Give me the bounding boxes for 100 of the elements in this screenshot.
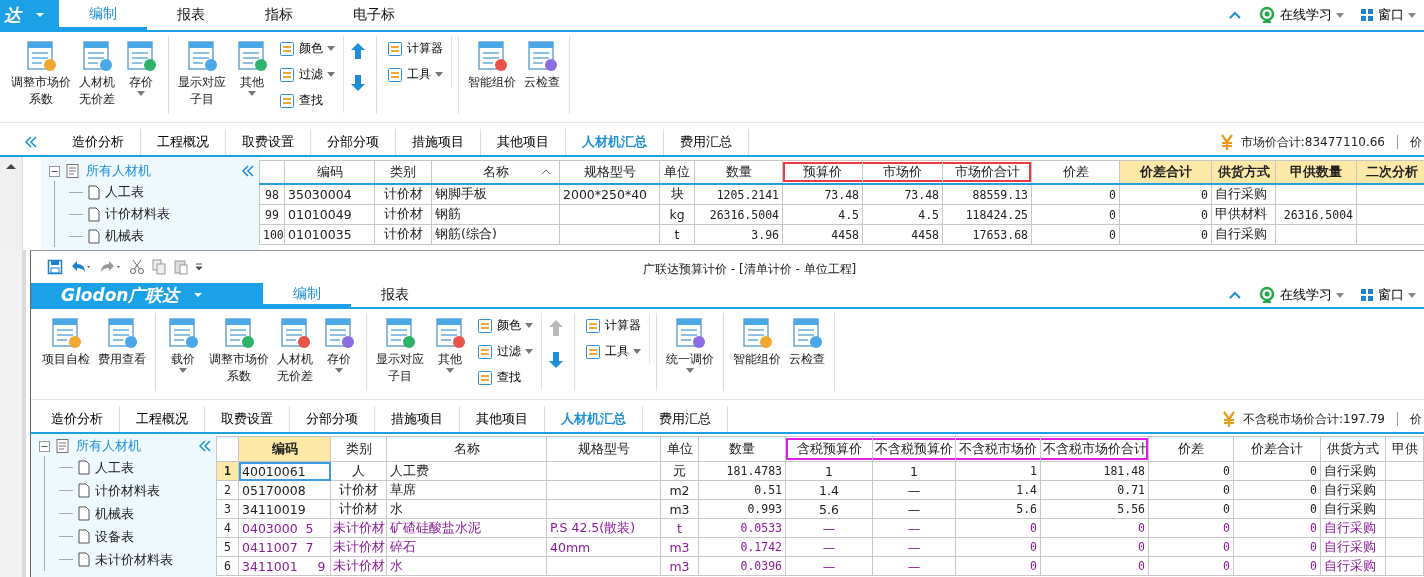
column-header[interactable]: 编码 — [238, 436, 331, 462]
collapse-panel-icon[interactable] — [241, 164, 255, 178]
collapse-panel-icon[interactable] — [24, 135, 38, 149]
ribbon-button[interactable]: 计算器 — [385, 36, 445, 61]
column-header[interactable]: 规格型号 — [546, 436, 661, 462]
menu-link[interactable]: 窗口 — [1352, 283, 1424, 307]
customize-caret-icon[interactable] — [195, 262, 203, 272]
ribbon-button[interactable]: 计算器 — [583, 313, 643, 338]
column-header[interactable]: 市场价 — [862, 160, 943, 184]
column-header[interactable]: 数量 — [694, 160, 783, 184]
tree-item[interactable]: 人工表 — [105, 183, 144, 201]
column-header[interactable]: 价差合计 — [1233, 436, 1321, 462]
ribbon-button[interactable]: 显示对应 子目 — [175, 36, 229, 110]
tree-item[interactable]: 设备表 — [95, 527, 134, 546]
ribbon-button[interactable]: 人材机 无价差 — [274, 313, 316, 387]
menu-link[interactable]: 在线学习 — [1250, 283, 1352, 307]
save-icon[interactable] — [47, 259, 63, 275]
menu-tab[interactable]: 编制 — [263, 283, 351, 307]
ribbon-button[interactable]: 人材机 无价差 — [76, 36, 118, 110]
tree-item[interactable]: 人工表 — [95, 458, 134, 477]
column-header[interactable]: 规格型号 — [559, 160, 660, 184]
ribbon-button[interactable]: 项目自检 — [39, 313, 93, 370]
ribbon-button[interactable]: 颜色 — [475, 313, 535, 338]
ribbon-button[interactable]: 查找 — [475, 365, 535, 390]
ribbon-button[interactable]: 智能组价 — [465, 36, 519, 93]
ribbon-button[interactable]: 费用查看 — [95, 313, 149, 370]
row-number[interactable]: 98 — [259, 184, 285, 205]
collapse-node-icon[interactable] — [49, 165, 60, 177]
ribbon-button[interactable]: 工具 — [583, 339, 643, 364]
column-header[interactable]: 不含税市场价合计 — [1040, 436, 1149, 462]
ribbon-button[interactable]: 云检查 — [521, 36, 563, 93]
ribbon-button[interactable]: 统一调价 — [663, 313, 717, 375]
column-header[interactable]: 不含税预算价 — [872, 436, 956, 462]
row-number[interactable]: 100 — [259, 224, 285, 245]
tree-item[interactable]: 计价材料表 — [95, 481, 160, 500]
column-header[interactable]: 数量 — [698, 436, 786, 462]
column-header[interactable]: 价差 — [1031, 160, 1120, 184]
table-cell: 0 — [1148, 461, 1234, 481]
row-number[interactable]: 3 — [216, 499, 239, 519]
ribbon-button[interactable]: 查找 — [277, 88, 337, 113]
menu-tab[interactable]: 报表 — [147, 0, 235, 30]
ribbon-button[interactable]: 其他 — [429, 313, 471, 375]
row-number[interactable]: 6 — [216, 556, 239, 576]
menu-tab[interactable]: 编制 — [59, 0, 147, 30]
collapse-node-icon[interactable] — [39, 440, 50, 452]
tree-item[interactable]: 机械表 — [95, 504, 134, 523]
column-header[interactable]: 名称 — [386, 436, 547, 462]
menu-tab[interactable]: 指标 — [235, 0, 323, 30]
column-header[interactable]: 编码 — [284, 160, 375, 184]
column-header[interactable]: 名称 — [431, 160, 560, 184]
ribbon-button[interactable]: 工具 — [385, 62, 445, 87]
tree-item[interactable]: 机械表 — [105, 227, 144, 245]
column-header[interactable]: 二次分析 — [1356, 160, 1424, 184]
menu-tab[interactable]: 报表 — [351, 283, 439, 307]
ribbon-button[interactable]: 颜色 — [277, 36, 337, 61]
column-header[interactable]: 类别 — [374, 160, 432, 184]
column-header[interactable]: 单位 — [659, 160, 695, 184]
ribbon-button[interactable]: 载价 — [162, 313, 204, 375]
cut-icon[interactable] — [129, 259, 145, 275]
row-number[interactable]: 99 — [259, 204, 285, 225]
menu-link[interactable]: 窗口 — [1352, 0, 1424, 30]
ribbon-button[interactable]: 调整市场价 系数 — [8, 36, 74, 110]
row-number[interactable]: 4 — [216, 518, 239, 538]
menu-link[interactable]: 在线学习 — [1250, 0, 1352, 30]
collapse-ribbon-icon[interactable] — [1228, 290, 1242, 300]
column-header[interactable]: 价差合计 — [1119, 160, 1212, 184]
column-header[interactable]: 价差 — [1148, 436, 1234, 462]
column-header[interactable]: 不含税市场价 — [955, 436, 1041, 462]
ribbon-button[interactable]: 存价 — [120, 36, 162, 98]
collapse-panel-icon[interactable] — [198, 439, 212, 453]
collapse-ribbon-icon[interactable] — [1228, 10, 1242, 20]
copy-icon[interactable] — [151, 259, 167, 275]
tree-item[interactable]: 未计价材料表 — [95, 550, 173, 569]
row-number[interactable]: 5 — [216, 537, 239, 557]
ribbon-button[interactable]: 显示对应 子目 — [373, 313, 427, 387]
ribbon-button[interactable]: 调整市场价 系数 — [206, 313, 272, 387]
row-number[interactable]: 2 — [216, 480, 239, 500]
ribbon-button[interactable]: 过滤 — [277, 62, 337, 87]
ribbon-button[interactable]: 存价 — [318, 313, 360, 375]
column-header[interactable]: 甲供 — [1385, 436, 1424, 462]
move-up-icon[interactable] — [350, 42, 366, 60]
move-down-icon[interactable] — [350, 74, 366, 92]
scroll-up-icon[interactable] — [6, 163, 16, 169]
ribbon-button[interactable]: 云检查 — [786, 313, 828, 370]
ribbon-button[interactable]: 其他 — [231, 36, 273, 98]
column-header[interactable]: 单位 — [660, 436, 699, 462]
scrollbar[interactable] — [0, 157, 23, 250]
column-header[interactable]: 供货方式 — [1320, 436, 1386, 462]
column-header[interactable]: 供货方式 — [1211, 160, 1276, 184]
column-header[interactable]: 市场价合计 — [942, 160, 1032, 184]
column-header[interactable]: 含税预算价 — [785, 436, 873, 462]
column-header[interactable]: 甲供数量 — [1275, 160, 1357, 184]
move-down-icon[interactable] — [548, 351, 564, 369]
menu-tab[interactable]: 电子标 — [323, 0, 425, 30]
column-header[interactable]: 预算价 — [782, 160, 863, 184]
tree-item[interactable]: 计价材料表 — [105, 205, 170, 223]
column-header[interactable]: 类别 — [330, 436, 387, 462]
paste-icon[interactable] — [173, 259, 189, 275]
ribbon-button[interactable]: 智能组价 — [730, 313, 784, 370]
ribbon-button[interactable]: 过滤 — [475, 339, 535, 364]
